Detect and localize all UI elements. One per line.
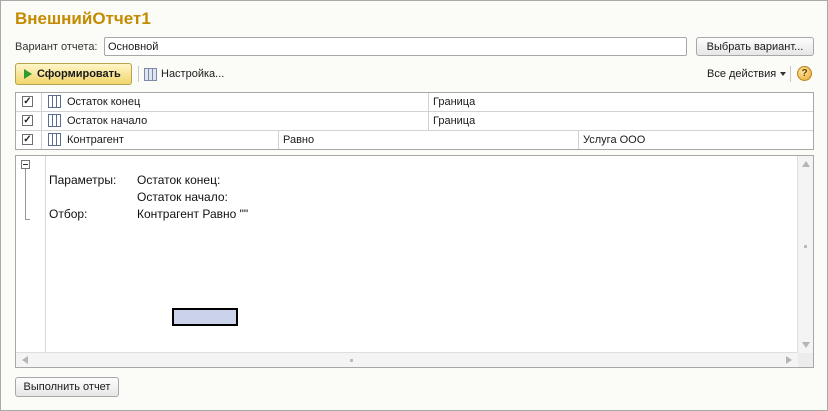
- vertical-scrollbar[interactable]: [797, 156, 813, 353]
- checkbox-icon[interactable]: ✓: [22, 96, 33, 107]
- variant-label: Вариант отчета:: [15, 41, 98, 53]
- report-window: ВнешнийОтчет1 Вариант отчета: Выбрать ва…: [0, 0, 828, 411]
- field-icon: [48, 133, 61, 146]
- variant-input[interactable]: [104, 37, 687, 56]
- play-icon: [24, 69, 32, 79]
- report-filter-label: Отбор:: [49, 207, 88, 221]
- choose-variant-button[interactable]: Выбрать вариант...: [696, 37, 814, 56]
- help-icon[interactable]: ?: [797, 66, 812, 81]
- settings-button[interactable]: Настройка...: [144, 66, 224, 82]
- table-row[interactable]: ✓ Остаток начало Граница: [16, 112, 813, 131]
- scroll-corner: [798, 353, 813, 367]
- group-gutter: [16, 156, 46, 353]
- field-icon: [48, 114, 61, 127]
- report-result-area[interactable]: Параметры: Остаток конец: Остаток начало…: [15, 155, 814, 368]
- param-condition[interactable]: Равно: [283, 131, 573, 149]
- all-actions-menu[interactable]: Все действия: [707, 68, 787, 80]
- generate-button[interactable]: Сформировать: [15, 63, 132, 85]
- param-condition[interactable]: Граница: [433, 93, 803, 111]
- settings-icon: [144, 67, 157, 81]
- report-params-label: Параметры:: [49, 173, 117, 187]
- scroll-left-icon[interactable]: [22, 356, 28, 364]
- generate-label: Сформировать: [37, 68, 121, 80]
- checkbox-icon[interactable]: ✓: [22, 115, 33, 126]
- param-field: Остаток начало: [67, 115, 148, 127]
- checkbox-icon[interactable]: ✓: [22, 134, 33, 145]
- report-filter-value: Контрагент Равно "": [137, 207, 249, 221]
- param-field: Остаток конец: [67, 96, 141, 108]
- params-table: ✓ Остаток конец Граница ✓ Остаток начало…: [15, 92, 814, 150]
- table-row[interactable]: ✓ Остаток конец Граница: [16, 93, 813, 112]
- field-icon: [48, 95, 61, 108]
- param-field: Контрагент: [67, 134, 124, 146]
- horizontal-scrollbar[interactable]: [16, 352, 798, 367]
- toolbar-separator-2: [790, 66, 791, 82]
- toolbar-separator: [138, 66, 139, 82]
- chevron-down-icon: [780, 72, 787, 76]
- settings-label: Настройка...: [161, 68, 225, 80]
- table-row[interactable]: ✓ Контрагент Равно Услуга ООО: [16, 131, 813, 150]
- selected-cell[interactable]: [172, 308, 238, 326]
- report-param-line-1: Остаток конец:: [137, 173, 221, 187]
- run-report-button[interactable]: Выполнить отчет: [15, 377, 119, 397]
- scroll-down-icon[interactable]: [802, 342, 810, 348]
- window-title: ВнешнийОтчет1: [15, 9, 151, 28]
- all-actions-label: Все действия: [707, 68, 777, 80]
- param-condition[interactable]: Граница: [433, 112, 803, 130]
- param-value[interactable]: Услуга ООО: [583, 131, 803, 149]
- scroll-up-icon[interactable]: [802, 161, 810, 167]
- report-param-line-2: Остаток начало:: [137, 190, 228, 204]
- group-collapse-icon[interactable]: [21, 160, 30, 169]
- scroll-right-icon[interactable]: [786, 356, 792, 364]
